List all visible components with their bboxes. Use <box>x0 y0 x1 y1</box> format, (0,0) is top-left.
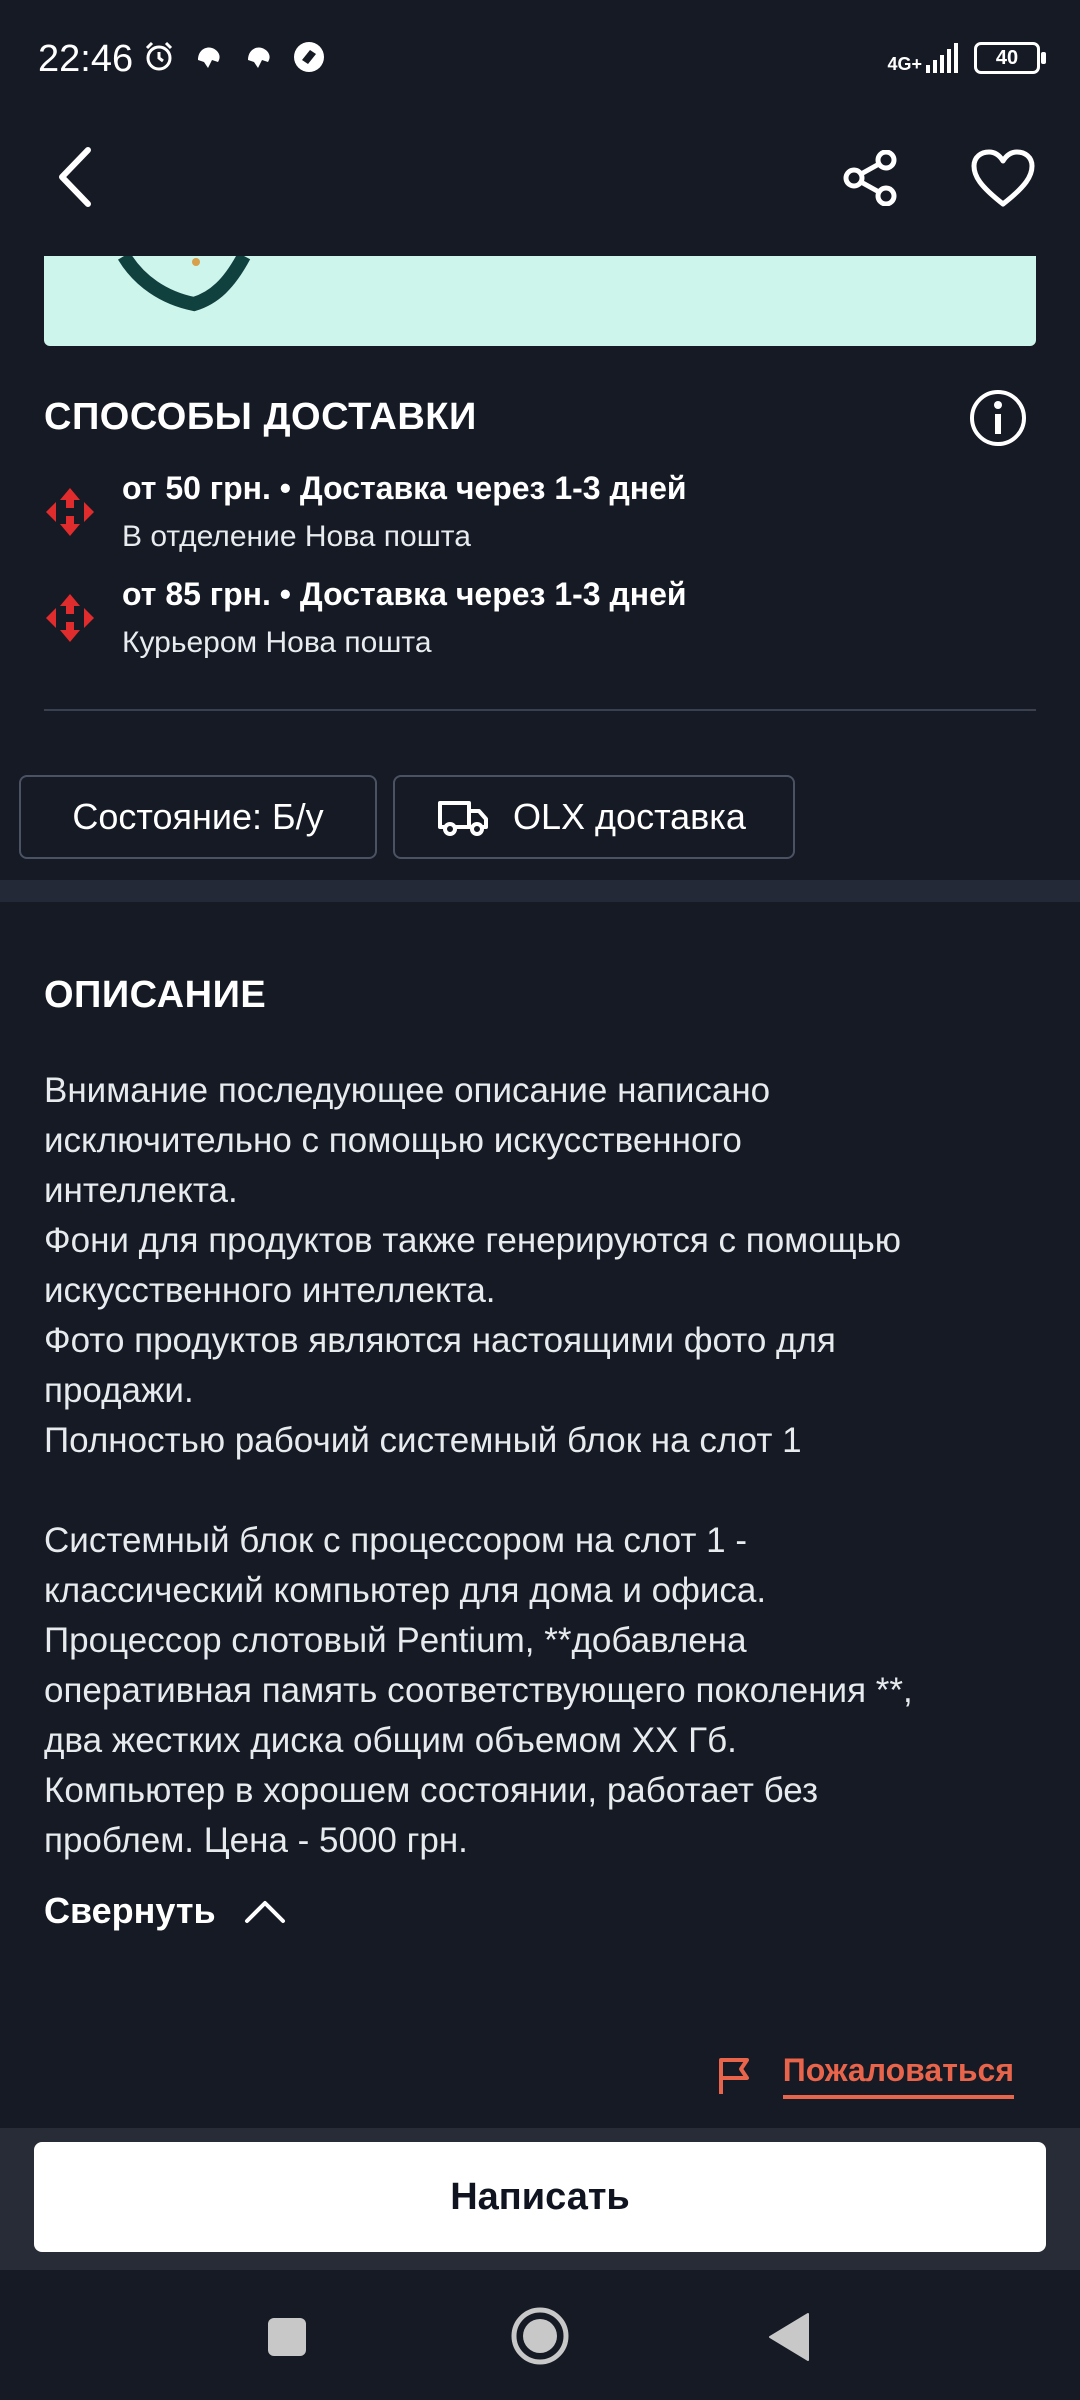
nova-poshta-icon <box>46 488 94 536</box>
square-icon <box>268 2318 306 2356</box>
recents-button[interactable] <box>266 2316 308 2363</box>
back-button[interactable] <box>56 146 92 211</box>
media-notification-icon <box>294 42 324 72</box>
share-button[interactable] <box>842 149 898 209</box>
alarm-icon <box>145 41 173 71</box>
delivery-option: от 85 грн. • Доставка через 1-3 дней Кур… <box>44 576 1004 672</box>
product-image-graphic <box>117 256 251 312</box>
olx-delivery-chip[interactable]: OLX доставка <box>393 775 795 859</box>
description-text: Внимание последующее описание написано и… <box>44 1071 913 1860</box>
report-label: Пожаловаться <box>782 2052 1014 2099</box>
condition-label: Состояние: Б/у <box>72 796 324 837</box>
nova-poshta-icon <box>46 594 94 642</box>
report-button[interactable]: Пожаловаться <box>717 2052 1014 2099</box>
battery-icon: 40 <box>974 42 1046 74</box>
condition-chip: Состояние: Б/у <box>19 775 377 859</box>
home-button[interactable] <box>510 2306 570 2371</box>
delivery-option: от 50 грн. • Доставка через 1-3 дней В о… <box>44 470 1004 566</box>
delivery-section-title: СПОСОБЫ ДОСТАВКИ <box>44 396 477 438</box>
status-notification-icons <box>142 40 326 74</box>
flag-icon <box>718 2057 749 2094</box>
delivery-info-button[interactable] <box>968 388 1028 451</box>
bottom-action-bar: Написать <box>0 2128 1080 2270</box>
battery-level: 40 <box>995 46 1019 69</box>
chevron-up-icon <box>244 1901 285 1923</box>
delivery-option-method: В отделение Нова пошта <box>122 520 471 553</box>
triangle-back-icon <box>769 2313 809 2361</box>
favorite-button[interactable] <box>970 148 1036 211</box>
delivery-option-price: от 85 грн. • Доставка через 1-3 дней <box>122 576 687 612</box>
write-message-button[interactable]: Написать <box>34 2142 1046 2252</box>
chevron-left-icon <box>59 147 91 207</box>
product-image[interactable] <box>44 256 1036 346</box>
collapse-label: Свернуть <box>44 1890 216 1931</box>
divider <box>44 709 1036 711</box>
section-separator <box>0 880 1080 902</box>
delivery-option-method: Курьером Нова пошта <box>122 626 432 659</box>
description-title: ОПИСАНИЕ <box>44 974 267 1016</box>
system-navigation-bar <box>0 2270 1080 2400</box>
network-type: 4G+ <box>887 54 922 74</box>
status-right: 4G+ 40 <box>887 42 1046 74</box>
olx-delivery-label: OLX доставка <box>513 796 746 837</box>
signal-icon <box>926 43 958 73</box>
home-circle-icon <box>511 2307 569 2365</box>
share-icon <box>843 149 897 207</box>
status-time: 22:46 <box>38 38 134 80</box>
app-notification-icon <box>198 47 220 68</box>
delivery-option-price: от 50 грн. • Доставка через 1-3 дней <box>122 470 687 506</box>
truck-icon <box>438 801 488 836</box>
collapse-button[interactable]: Свернуть <box>44 1890 286 1932</box>
info-icon <box>970 390 1026 446</box>
heart-icon <box>971 149 1035 207</box>
app-notification-icon-2 <box>248 47 270 68</box>
back-nav-button[interactable] <box>768 2312 810 2367</box>
